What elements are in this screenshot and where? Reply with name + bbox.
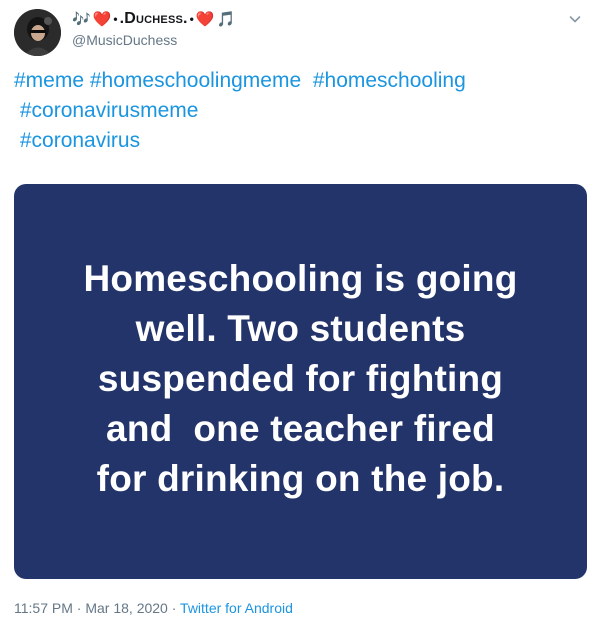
music-note-icon: 🎵 bbox=[216, 10, 236, 28]
tweet-text-line: #coronavirusmeme bbox=[14, 96, 584, 126]
tweet-text-line: #coronavirus bbox=[14, 126, 584, 156]
tweet-date[interactable]: Mar 18, 2020 bbox=[85, 600, 168, 616]
tweet-source-link[interactable]: Twitter for Android bbox=[180, 600, 293, 616]
avatar-image-icon bbox=[14, 9, 61, 56]
meme-text-line: suspended for fighting bbox=[97, 357, 504, 399]
author-handle[interactable]: @MusicDuchess bbox=[72, 32, 177, 48]
chevron-down-icon bbox=[569, 16, 581, 23]
hashtag-link[interactable]: #coronavirus bbox=[20, 129, 140, 152]
text-space bbox=[301, 69, 313, 92]
music-notes-icon: 🎶 bbox=[72, 10, 91, 28]
meme-text-line: for drinking on the job. bbox=[96, 457, 505, 499]
author-name: .Duchess. bbox=[119, 10, 188, 27]
heart-icon: ❤️ bbox=[195, 10, 215, 28]
meta-separator: · bbox=[76, 600, 82, 616]
hashtag-link[interactable]: #homeschoolingmeme bbox=[90, 69, 301, 92]
tweet-menu-button[interactable] bbox=[568, 12, 582, 26]
tweet-meta: 11:57 PM · Mar 18, 2020 · Twitter for An… bbox=[14, 600, 293, 616]
name-dot-right: • bbox=[189, 12, 194, 26]
tweet-time[interactable]: 11:57 PM bbox=[14, 600, 73, 616]
author-display-name[interactable]: 🎶 ❤️ • .Duchess. • ❤️ 🎵 bbox=[72, 10, 235, 28]
meme-text: Homeschooling is going well. Two student… bbox=[31, 254, 571, 504]
tweet-card: 🎶 ❤️ • .Duchess. • ❤️ 🎵 @MusicDuchess #m… bbox=[0, 0, 600, 631]
avatar[interactable] bbox=[14, 9, 61, 56]
tweet-text-line: #meme #homeschoolingmeme #homeschooling bbox=[14, 66, 584, 96]
meme-text-line: well. Two students bbox=[135, 307, 466, 349]
hashtag-link[interactable]: #coronavirusmeme bbox=[20, 99, 199, 122]
name-dot-left: • bbox=[113, 12, 118, 26]
meme-text-line: and one teacher fired bbox=[106, 407, 495, 449]
tweet-text: #meme #homeschoolingmeme #homeschooling … bbox=[14, 66, 584, 156]
tweet-media-image[interactable]: Homeschooling is going well. Two student… bbox=[14, 184, 587, 579]
hashtag-link[interactable]: #homeschooling bbox=[313, 69, 466, 92]
hashtag-link[interactable]: #meme bbox=[14, 69, 84, 92]
heart-icon: ❤️ bbox=[92, 10, 112, 28]
meta-separator: · bbox=[171, 600, 177, 616]
meme-text-line: Homeschooling is going bbox=[83, 257, 518, 299]
